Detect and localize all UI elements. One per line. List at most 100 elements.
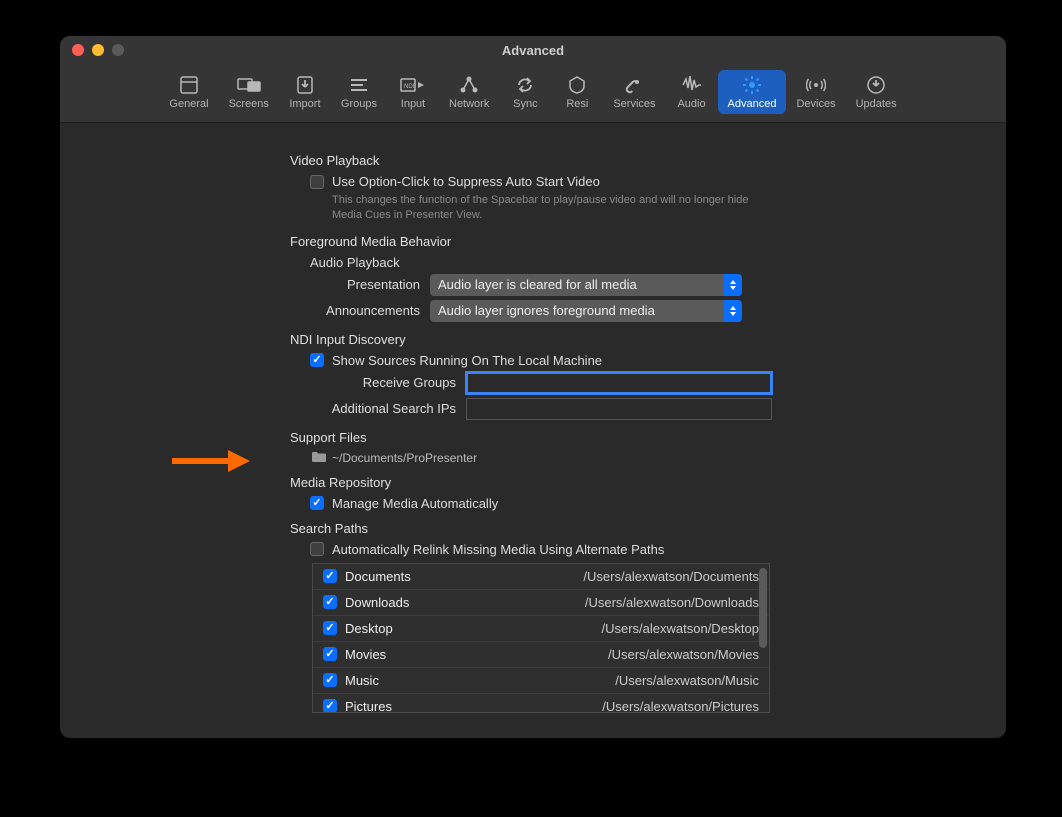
- search-paths-heading: Search Paths: [290, 521, 966, 536]
- announcements-select-value: Audio layer ignores foreground media: [438, 303, 655, 318]
- close-button[interactable]: [72, 44, 84, 56]
- groups-icon: [346, 74, 372, 96]
- support-files-heading: Support Files: [290, 430, 966, 445]
- video-playback-heading: Video Playback: [290, 153, 966, 168]
- toolbar-general[interactable]: General: [159, 70, 218, 114]
- presentation-select-value: Audio layer is cleared for all media: [438, 277, 637, 292]
- toolbar-label: Audio: [677, 98, 705, 110]
- additional-ips-label: Additional Search IPs: [100, 401, 466, 416]
- path-checkbox[interactable]: [323, 569, 337, 583]
- suppress-autostart-label: Use Option-Click to Suppress Auto Start …: [332, 174, 600, 189]
- path-checkbox[interactable]: [323, 673, 337, 687]
- suppress-autostart-help: This changes the function of the Spaceba…: [332, 193, 762, 224]
- toolbar-label: Screens: [229, 98, 269, 110]
- toolbar-services[interactable]: Services: [603, 70, 665, 114]
- audio-icon: [679, 74, 705, 96]
- toolbar-label: Import: [289, 98, 320, 110]
- toolbar-label: Input: [401, 98, 425, 110]
- path-checkbox[interactable]: [323, 699, 337, 712]
- toolbar-resi[interactable]: Resi: [551, 70, 603, 114]
- toolbar-label: General: [169, 98, 208, 110]
- show-sources-label: Show Sources Running On The Local Machin…: [332, 353, 602, 368]
- traffic-lights: [60, 44, 124, 56]
- additional-ips-input[interactable]: [466, 398, 772, 420]
- zoom-button[interactable]: [112, 44, 124, 56]
- relink-checkbox[interactable]: [310, 542, 324, 556]
- announcements-select[interactable]: Audio layer ignores foreground media: [430, 300, 742, 322]
- ndi-heading: NDI Input Discovery: [290, 332, 966, 347]
- toolbar-devices[interactable]: Devices: [786, 70, 845, 114]
- receive-groups-input[interactable]: [466, 372, 772, 394]
- svg-text:NDI: NDI: [404, 84, 415, 90]
- presentation-select[interactable]: Audio layer is cleared for all media: [430, 274, 742, 296]
- manage-media-checkbox[interactable]: [310, 496, 324, 510]
- content: Video Playback Use Option-Click to Suppr…: [60, 123, 1006, 738]
- path-value: /Users/alexwatson/Downloads: [475, 595, 759, 610]
- table-row[interactable]: Pictures/Users/alexwatson/Pictures: [313, 694, 769, 712]
- toolbar-screens[interactable]: Screens: [219, 70, 279, 114]
- path-name: Downloads: [345, 595, 475, 610]
- relink-row: Automatically Relink Missing Media Using…: [310, 542, 966, 557]
- path-value: /Users/alexwatson/Documents: [475, 569, 759, 584]
- toolbar-label: Network: [449, 98, 489, 110]
- toolbar-label: Resi: [566, 98, 588, 110]
- toolbar-label: Sync: [513, 98, 537, 110]
- path-name: Music: [345, 673, 475, 688]
- updates-icon: [863, 74, 889, 96]
- advanced-icon: [739, 74, 765, 96]
- suppress-autostart-checkbox[interactable]: [310, 175, 324, 189]
- foreground-heading: Foreground Media Behavior: [290, 234, 966, 249]
- toolbar-input[interactable]: NDI Input: [387, 70, 439, 114]
- toolbar-label: Services: [613, 98, 655, 110]
- path-checkbox[interactable]: [323, 647, 337, 661]
- manage-media-row: Manage Media Automatically: [310, 496, 966, 511]
- support-files-path: ~/Documents/ProPresenter: [332, 451, 477, 465]
- table-row[interactable]: Documents/Users/alexwatson/Documents: [313, 564, 769, 590]
- support-files-path-row[interactable]: ~/Documents/ProPresenter: [312, 451, 966, 465]
- path-name: Movies: [345, 647, 475, 662]
- general-icon: [176, 74, 202, 96]
- select-arrows-icon: [724, 300, 742, 322]
- select-arrows-icon: [724, 274, 742, 296]
- audio-playback-heading: Audio Playback: [310, 255, 966, 270]
- input-icon: NDI: [400, 74, 426, 96]
- devices-icon: [803, 74, 829, 96]
- path-value: /Users/alexwatson/Movies: [475, 647, 759, 662]
- toolbar-advanced[interactable]: Advanced: [718, 70, 787, 114]
- table-row[interactable]: Desktop/Users/alexwatson/Desktop: [313, 616, 769, 642]
- path-value: /Users/alexwatson/Pictures: [475, 699, 759, 712]
- path-checkbox[interactable]: [323, 621, 337, 635]
- minimize-button[interactable]: [92, 44, 104, 56]
- titlebar: Advanced: [60, 36, 1006, 64]
- table-row[interactable]: Movies/Users/alexwatson/Movies: [313, 642, 769, 668]
- toolbar-network[interactable]: Network: [439, 70, 499, 114]
- services-icon: [621, 74, 647, 96]
- toolbar-label: Groups: [341, 98, 377, 110]
- toolbar-import[interactable]: Import: [279, 70, 331, 114]
- toolbar-updates[interactable]: Updates: [846, 70, 907, 114]
- toolbar: General Screens Import Groups NDI Input Networ…: [60, 64, 1006, 123]
- toolbar-label: Advanced: [728, 98, 777, 110]
- path-checkbox[interactable]: [323, 595, 337, 609]
- toolbar-label: Devices: [796, 98, 835, 110]
- window-title: Advanced: [60, 43, 1006, 58]
- table-row[interactable]: Music/Users/alexwatson/Music: [313, 668, 769, 694]
- presentation-label: Presentation: [100, 277, 430, 292]
- search-paths-table: Documents/Users/alexwatson/DocumentsDown…: [312, 563, 770, 713]
- receive-groups-label: Receive Groups: [100, 375, 466, 390]
- toolbar-sync[interactable]: Sync: [499, 70, 551, 114]
- preferences-window: Advanced General Screens Import Groups NDI In…: [60, 36, 1006, 738]
- screens-icon: [236, 74, 262, 96]
- table-row[interactable]: Downloads/Users/alexwatson/Downloads: [313, 590, 769, 616]
- suppress-autostart-row: Use Option-Click to Suppress Auto Start …: [310, 174, 966, 189]
- toolbar-audio[interactable]: Audio: [666, 70, 718, 114]
- toolbar-label: Updates: [856, 98, 897, 110]
- path-name: Pictures: [345, 699, 475, 712]
- sync-icon: [512, 74, 538, 96]
- resi-icon: [564, 74, 590, 96]
- scrollbar[interactable]: [759, 568, 767, 648]
- show-sources-checkbox[interactable]: [310, 353, 324, 367]
- manage-media-label: Manage Media Automatically: [332, 496, 498, 511]
- toolbar-groups[interactable]: Groups: [331, 70, 387, 114]
- announcements-label: Announcements: [100, 303, 430, 318]
